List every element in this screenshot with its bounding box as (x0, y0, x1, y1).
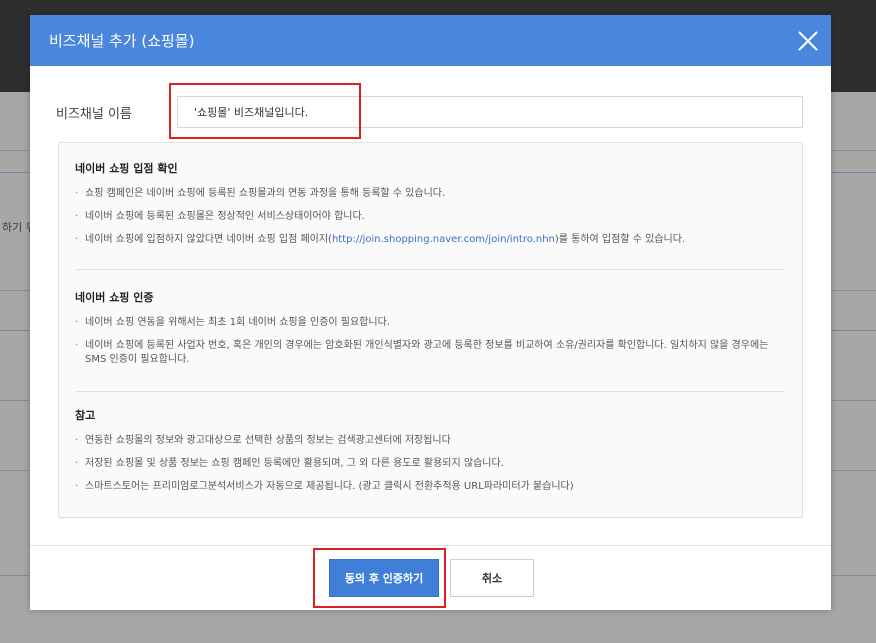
cancel-button[interactable]: 취소 (450, 559, 534, 597)
section-heading: 네이버 쇼핑 인증 (75, 291, 154, 304)
close-icon[interactable] (795, 28, 821, 54)
agree-and-verify-button[interactable]: 동의 후 인증하기 (329, 559, 439, 597)
section-heading: 참고 (75, 409, 96, 422)
section-naver-shopping-join: 네이버 쇼핑 입점 확인 쇼핑 캠페인은 네이버 쇼핑에 등록된 쇼핑몰과의 연… (75, 160, 785, 256)
list-item: 네이버 쇼핑에 등록된 사업자 번호, 혹은 개인의 경우에는 암호화된 개인식… (75, 339, 785, 367)
join-page-link[interactable]: http://join.shopping.naver.com/join/intr… (332, 234, 555, 245)
bizchannel-name-input[interactable] (177, 96, 803, 128)
section-divider (75, 269, 785, 270)
modal-header: 비즈채널 추가 (쇼핑몰) (30, 15, 831, 66)
section-reference: 참고 연동한 쇼핑몰의 정보와 광고대상으로 선택한 상품의 정보는 검색광고센… (75, 407, 785, 503)
bizchannel-name-label: 비즈채널 이름 (56, 107, 132, 122)
section-divider (75, 391, 785, 392)
modal-title: 비즈채널 추가 (쇼핑몰) (49, 32, 195, 50)
list-item: 네이버 쇼핑 연동을 위해서는 최초 1회 네이버 쇼핑을 인증이 필요합니다. (75, 316, 785, 330)
list-item: 네이버 쇼핑에 등록된 쇼핑몰은 정상적인 서비스상태이어야 합니다. (75, 210, 785, 224)
footer-divider (30, 545, 831, 546)
list-item: 쇼핑 캠페인은 네이버 쇼핑에 등록된 쇼핑몰과의 연동 과정을 통해 등록할 … (75, 187, 785, 201)
list-item-text: 네이버 쇼핑에 입점하지 않았다면 네이버 쇼핑 입점 페이지( (85, 234, 332, 245)
bizchannel-add-modal: 비즈채널 추가 (쇼핑몰) 비즈채널 이름 네이버 쇼핑 입점 확인 쇼핑 캠페… (30, 15, 831, 610)
list-item: 연동한 쇼핑몰의 정보와 광고대상으로 선택한 상품의 정보는 검색광고센터에 … (75, 434, 785, 448)
section-heading: 네이버 쇼핑 입점 확인 (75, 162, 178, 175)
info-box: 네이버 쇼핑 입점 확인 쇼핑 캠페인은 네이버 쇼핑에 등록된 쇼핑몰과의 연… (58, 142, 803, 518)
list-item: 저장된 쇼핑몰 및 상품 정보는 쇼핑 캠페인 등록에만 활용되며, 그 외 다… (75, 457, 785, 471)
section-naver-shopping-auth: 네이버 쇼핑 인증 네이버 쇼핑 연동을 위해서는 최초 1회 네이버 쇼핑을 … (75, 289, 785, 376)
list-item-text: )를 통하여 입점할 수 있습니다. (554, 234, 686, 245)
list-item: 네이버 쇼핑에 입점하지 않았다면 네이버 쇼핑 입점 페이지(http://j… (75, 233, 785, 247)
list-item: 스마트스토어는 프리미엄로그분석서비스가 자동으로 제공됩니다. (광고 클릭시… (75, 480, 785, 494)
